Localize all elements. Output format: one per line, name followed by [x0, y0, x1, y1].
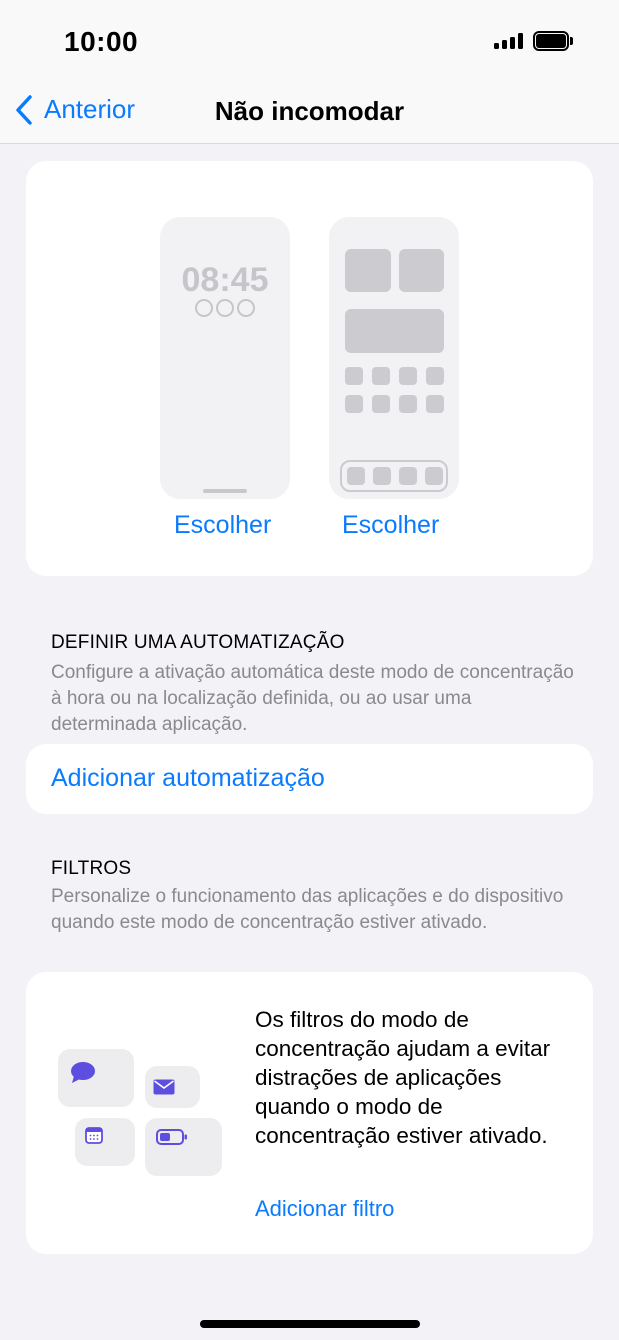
add-filter-button[interactable]: Adicionar filtro — [255, 1196, 394, 1222]
navigation-bar: Anterior Não incomodar — [0, 82, 619, 144]
lock-screen-time: 08:45 — [181, 261, 269, 299]
app-placeholder — [399, 367, 417, 385]
filter-tile — [145, 1118, 222, 1176]
filters-explanation: Os filtros do modo de concentração ajuda… — [255, 1007, 551, 1148]
app-placeholder — [426, 367, 444, 385]
filter-tile — [58, 1049, 134, 1107]
choose-lock-screen-button[interactable]: Escolher — [174, 511, 271, 540]
battery-low-icon — [156, 1129, 187, 1145]
calendar-icon — [85, 1127, 103, 1144]
filters-card: Os filtros do modo de concentração ajuda… — [26, 972, 593, 1254]
widget-placeholder — [399, 249, 444, 292]
screen: 10:00 Anterior Não incomodar 08:45 Escol… — [0, 0, 619, 1340]
screens-card: 08:45 Escolher Escolher — [26, 161, 593, 576]
automation-section-header: DEFINIR UMA AUTOMATIZAÇÃO — [51, 632, 345, 653]
app-placeholder — [399, 395, 417, 413]
message-bubble-icon — [71, 1062, 95, 1083]
filter-tile — [145, 1066, 200, 1108]
lock-screen-preview[interactable]: 08:45 — [160, 217, 290, 499]
app-placeholder — [345, 395, 363, 413]
widget-placeholder — [345, 249, 391, 292]
filters-section-description: Personalize o funcionamento das aplicaçõ… — [51, 886, 564, 933]
home-indicator[interactable] — [200, 1320, 420, 1328]
preview-home-indicator — [203, 489, 247, 493]
choose-home-screen-button[interactable]: Escolher — [342, 511, 439, 540]
cellular-signal-icon — [494, 33, 524, 49]
app-placeholder — [372, 367, 390, 385]
filter-tile — [75, 1118, 135, 1166]
dock-placeholder — [340, 460, 448, 492]
widget-placeholder — [345, 309, 444, 353]
automation-section-description: Configure a ativação automática deste mo… — [51, 662, 574, 735]
home-screen-preview[interactable] — [329, 217, 459, 499]
mail-envelope-icon — [153, 1079, 175, 1095]
add-automation-button[interactable]: Adicionar automatização — [51, 764, 325, 793]
status-time: 10:00 — [64, 26, 139, 57]
status-bar: 10:00 — [0, 0, 619, 82]
page-title: Não incomodar — [214, 96, 405, 126]
app-placeholder — [372, 395, 390, 413]
lock-screen-widgets — [160, 299, 290, 317]
app-placeholder — [426, 395, 444, 413]
battery-icon — [533, 31, 573, 51]
automation-card: Adicionar automatização — [26, 744, 593, 814]
app-placeholder — [345, 367, 363, 385]
filters-section-header: FILTROS — [51, 858, 132, 879]
